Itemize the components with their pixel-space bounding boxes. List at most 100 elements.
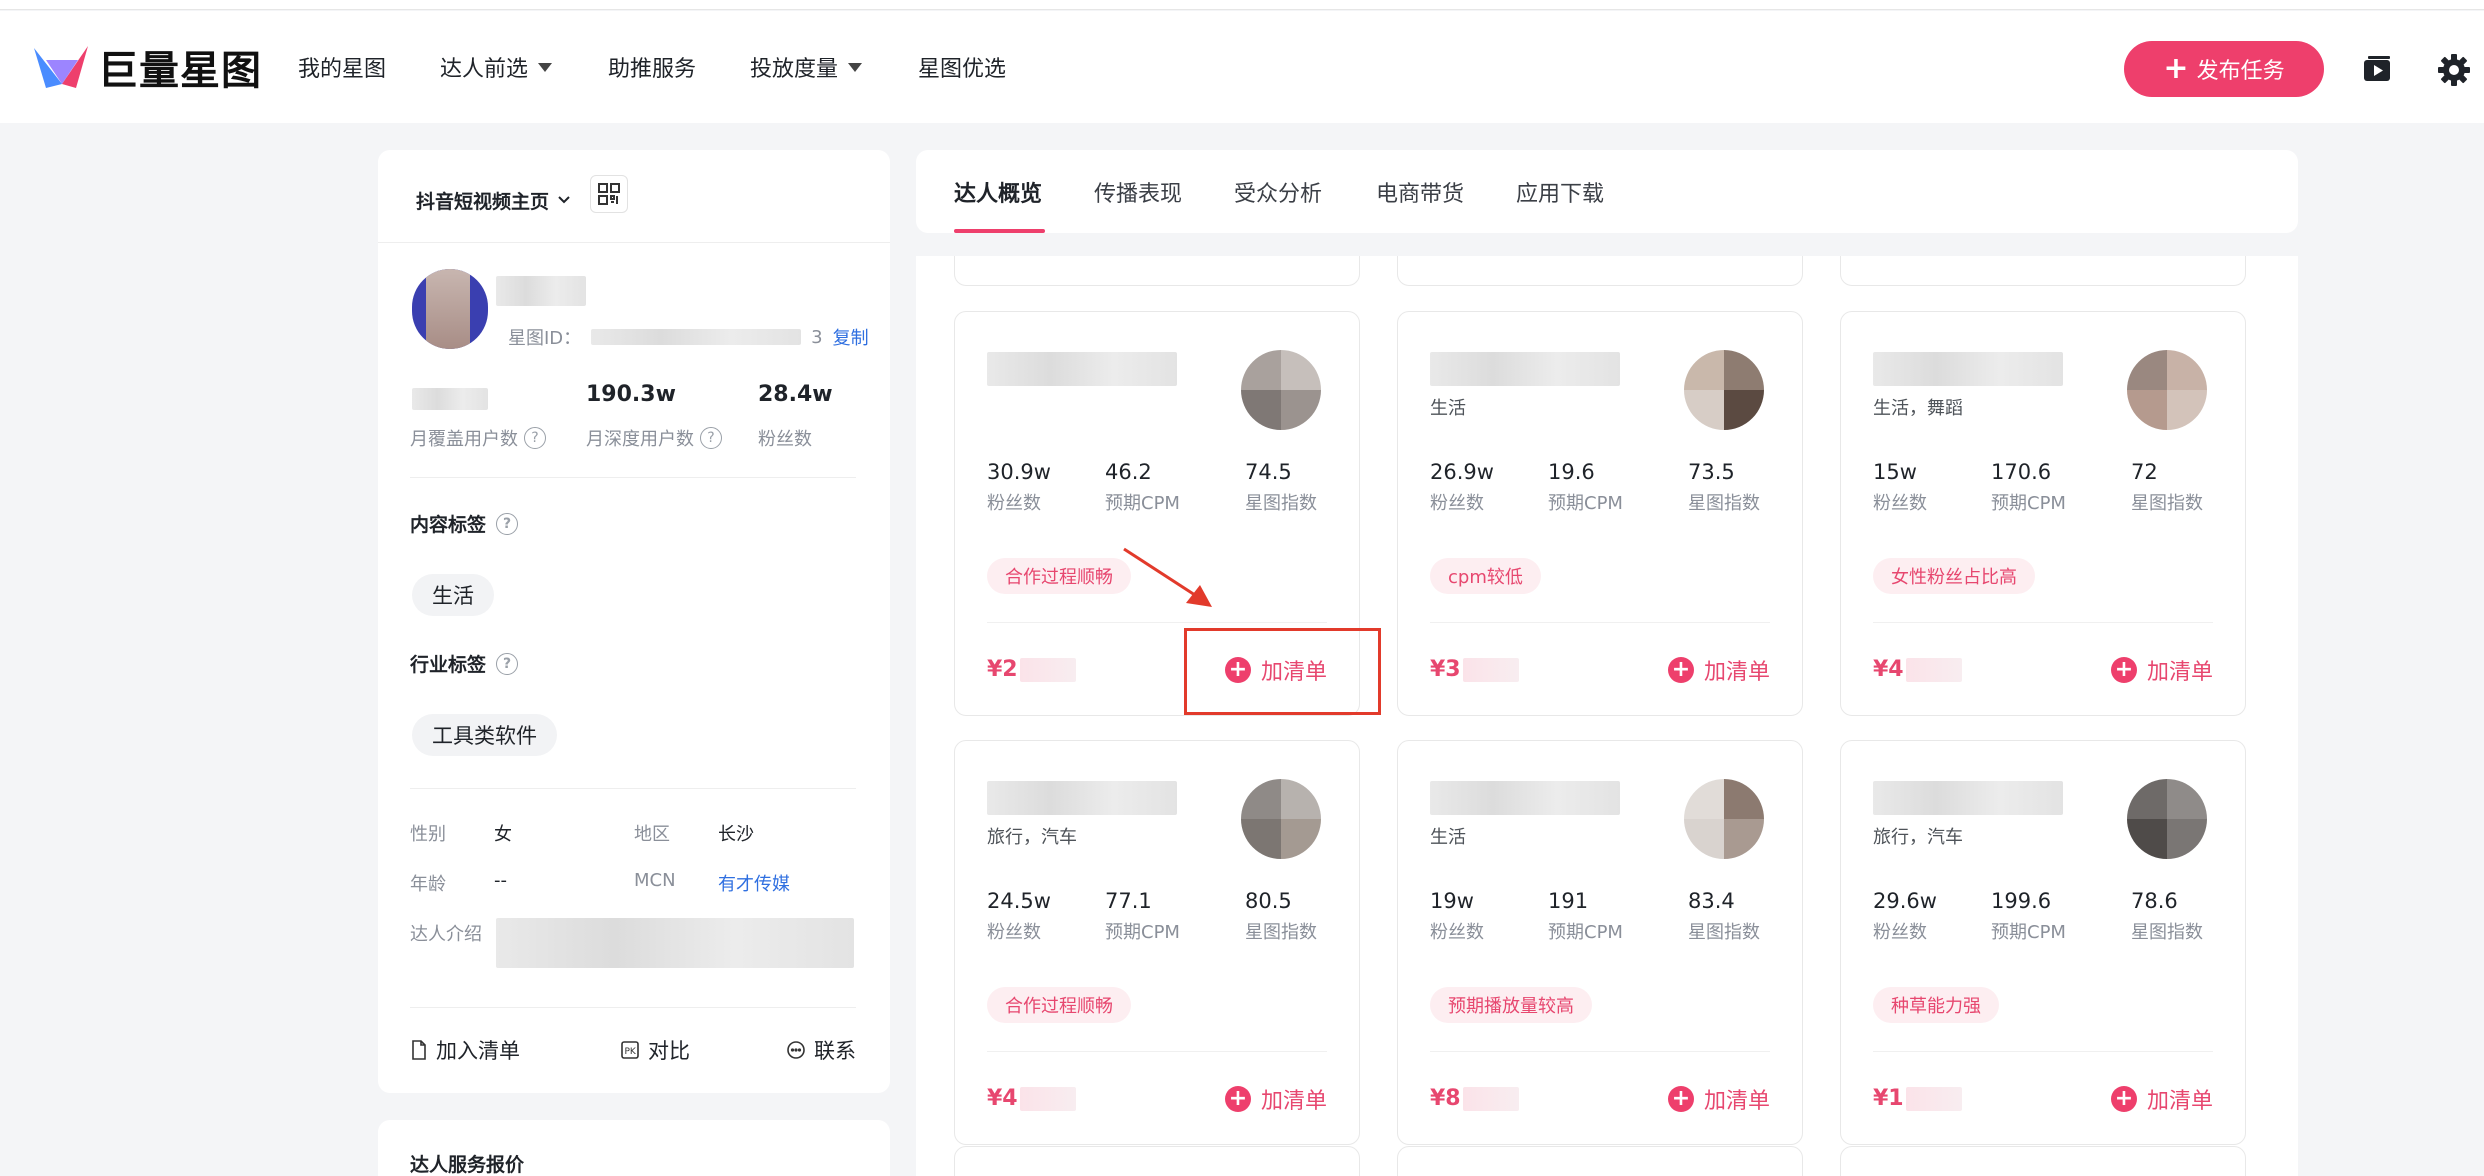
platform-select[interactable]: 抖音短视频主页 bbox=[416, 180, 571, 220]
creator-card[interactable]: 生活 26.9w 19.6 73.5 粉丝数 预期CPM 星图指数 cpm较低 ¥3 + 加清单 bbox=[1397, 311, 1803, 716]
highlight-badge: 女性粉丝占比高 bbox=[1873, 558, 2035, 594]
id-label: 星图ID： bbox=[508, 328, 582, 349]
creator-card[interactable]: 旅行，汽车 24.5w 77.1 80.5 粉丝数 预期CPM 星图指数 合作过程顺畅 ¥4 + 加… bbox=[954, 740, 1360, 1145]
help-icon[interactable]: ? bbox=[524, 427, 546, 449]
price: ¥1 bbox=[1873, 1086, 1962, 1111]
logo-text: 巨量星图 bbox=[98, 48, 262, 94]
price-prefix: ¥4 bbox=[1873, 657, 1904, 682]
logo[interactable]: 巨量星图 bbox=[32, 43, 262, 94]
plus-circle-icon: + bbox=[2110, 1086, 2137, 1112]
price-redacted bbox=[1019, 657, 1076, 682]
contact-action[interactable]: 联系 bbox=[786, 1035, 856, 1065]
stat-label: 月深度用户数 bbox=[586, 429, 694, 450]
divider bbox=[987, 1051, 1327, 1052]
service-quote-panel: 达人服务报价 bbox=[378, 1120, 890, 1176]
plus-circle-icon: + bbox=[1667, 1086, 1694, 1112]
nav-label: 达人前选 bbox=[440, 57, 529, 82]
section-label: 行业标签 bbox=[410, 654, 487, 676]
creator-tags: 旅行，汽车 bbox=[987, 827, 1077, 848]
mcn-label: MCN bbox=[634, 870, 676, 891]
add-to-list-button[interactable]: + 加清单 bbox=[2110, 1083, 2213, 1115]
stat-redacted bbox=[412, 388, 488, 410]
divider bbox=[1430, 1051, 1770, 1052]
creator-avatar bbox=[1684, 779, 1764, 859]
intro-label: 达人介绍 bbox=[410, 924, 482, 945]
compare-icon: PK bbox=[621, 1041, 639, 1059]
divider bbox=[1430, 622, 1770, 623]
add-label: 加清单 bbox=[2146, 1089, 2213, 1114]
price: ¥2 bbox=[987, 657, 1076, 682]
creator-id-row: 星图ID： 3 复制 bbox=[508, 324, 869, 350]
tab-audience[interactable]: 受众分析 bbox=[1234, 176, 1322, 208]
caret-down-icon bbox=[848, 62, 863, 72]
creator-card[interactable]: 旅行，汽车 29.6w 199.6 78.6 粉丝数 预期CPM 星图指数 种草能力强 ¥1 + 加… bbox=[1840, 740, 2246, 1145]
nav-boost-service[interactable]: 助推服务 bbox=[608, 51, 696, 83]
creator-avatar bbox=[2127, 779, 2207, 859]
cpm-value: 77.1 bbox=[1105, 889, 1152, 913]
service-quote-title: 达人服务报价 bbox=[410, 1154, 525, 1176]
nav-creator-select[interactable]: 达人前选 bbox=[440, 51, 553, 83]
add-to-list-button[interactable]: + 加清单 bbox=[2110, 654, 2213, 686]
plus-icon: + bbox=[2163, 51, 2189, 86]
star-index-value: 78.6 bbox=[2131, 889, 2178, 913]
content-tag-chip: 生活 bbox=[412, 574, 494, 616]
active-tab-underline bbox=[954, 229, 1045, 233]
price-prefix: ¥8 bbox=[1430, 1086, 1461, 1111]
creator-avatar bbox=[1241, 350, 1321, 430]
mcn-link[interactable]: 有才传媒 bbox=[718, 870, 790, 896]
creator-name-redacted bbox=[987, 781, 1177, 815]
publish-task-button[interactable]: + 发布任务 bbox=[2124, 41, 2324, 97]
intro-redacted bbox=[496, 918, 854, 968]
help-icon[interactable]: ? bbox=[496, 652, 519, 675]
tab-overview[interactable]: 达人概览 bbox=[954, 176, 1042, 208]
creator-card[interactable]: 生活，舞蹈 15w 170.6 72 粉丝数 预期CPM 星图指数 女性粉丝占比高 ¥4 + 加清单 bbox=[1840, 311, 2246, 716]
add-to-list-button[interactable]: + 加清单 bbox=[1667, 1083, 1770, 1115]
fans-label: 粉丝数 bbox=[987, 493, 1041, 514]
card-partial bbox=[954, 1146, 1360, 1176]
section-label: 内容标签 bbox=[410, 514, 487, 536]
tab-app-download[interactable]: 应用下载 bbox=[1516, 176, 1604, 208]
nav-delivery-measure[interactable]: 投放度量 bbox=[750, 51, 863, 83]
nav-my-xingtu[interactable]: 我的星图 bbox=[298, 51, 386, 83]
creator-name-redacted bbox=[987, 352, 1177, 386]
region-label: 地区 bbox=[634, 824, 670, 845]
fans-label: 粉丝数 bbox=[987, 922, 1041, 943]
cpm-value: 19.6 bbox=[1548, 460, 1595, 484]
divider bbox=[410, 477, 856, 478]
monthly-coverage-label: 月覆盖用户数? bbox=[410, 425, 546, 451]
gear-icon[interactable] bbox=[2437, 53, 2471, 91]
svg-text:PK: PK bbox=[625, 1047, 637, 1057]
tab-ecommerce[interactable]: 电商带货 bbox=[1376, 176, 1464, 208]
document-icon bbox=[412, 1040, 426, 1060]
age-label: 年龄 bbox=[410, 874, 446, 895]
star-index-value: 83.4 bbox=[1688, 889, 1735, 913]
creator-avatar bbox=[2127, 350, 2207, 430]
copy-id-link[interactable]: 复制 bbox=[833, 324, 869, 350]
help-icon[interactable]: ? bbox=[496, 512, 519, 535]
card-partial bbox=[1397, 1146, 1803, 1176]
nav-xingtu-picks[interactable]: 星图优选 bbox=[918, 51, 1006, 83]
compare-action[interactable]: PK 对比 bbox=[620, 1035, 690, 1065]
card-partial bbox=[954, 256, 1360, 286]
add-to-list-button[interactable]: + 加清单 bbox=[1224, 1083, 1327, 1115]
action-label: 加入清单 bbox=[436, 1039, 520, 1063]
creator-name-redacted bbox=[496, 276, 586, 306]
fans-value: 19w bbox=[1430, 889, 1474, 913]
cpm-value: 170.6 bbox=[1991, 460, 2052, 484]
price: ¥8 bbox=[1430, 1086, 1519, 1111]
help-icon[interactable]: ? bbox=[700, 427, 722, 449]
add-to-list-action[interactable]: 加入清单 bbox=[410, 1035, 520, 1065]
divider bbox=[410, 788, 856, 789]
price-redacted bbox=[1905, 657, 1962, 682]
plus-circle-icon: + bbox=[2110, 657, 2137, 683]
content-tag-title: 内容标签? bbox=[410, 510, 519, 537]
creator-card[interactable]: 生活 19w 191 83.4 粉丝数 预期CPM 星图指数 预期播放量较高 ¥8 + 加清单 bbox=[1397, 740, 1803, 1145]
creator-name-redacted bbox=[1873, 781, 2063, 815]
fans-value: 26.9w bbox=[1430, 460, 1494, 484]
divider bbox=[987, 622, 1327, 623]
video-icon[interactable] bbox=[2362, 55, 2394, 89]
tab-spread[interactable]: 传播表现 bbox=[1094, 176, 1182, 208]
add-to-list-button[interactable]: + 加清单 bbox=[1667, 654, 1770, 686]
qrcode-button[interactable] bbox=[590, 175, 628, 213]
star-index-label: 星图指数 bbox=[1245, 922, 1317, 943]
